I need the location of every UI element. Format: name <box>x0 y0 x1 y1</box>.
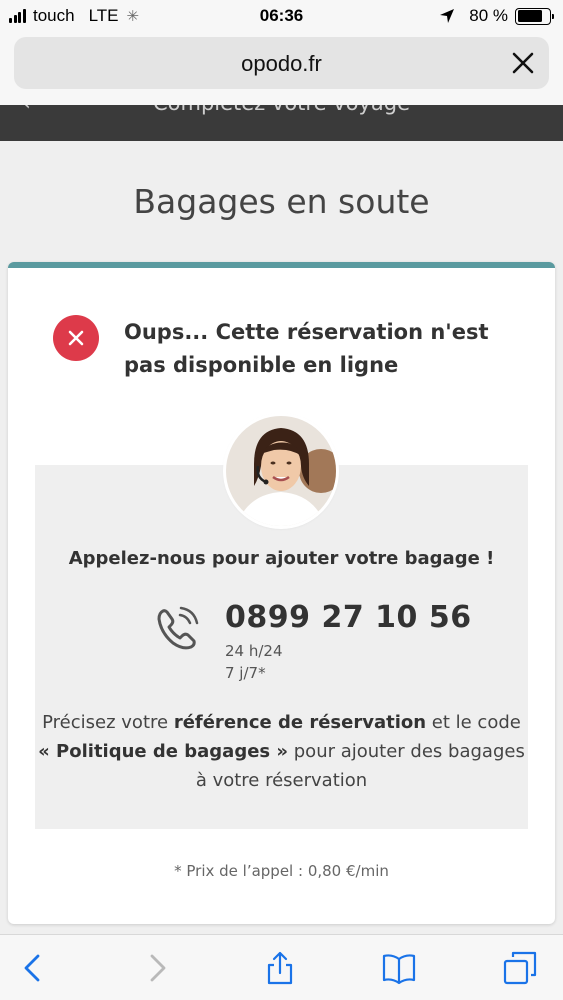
phone-number[interactable]: 0899 27 10 56 <box>225 600 472 635</box>
browser-chrome: opodo.fr <box>0 32 563 105</box>
battery-icon <box>515 7 554 25</box>
share-icon[interactable] <box>263 951 297 985</box>
agent-avatar <box>226 416 336 526</box>
battery-percentage: 80 % <box>469 6 508 25</box>
bookmarks-icon[interactable] <box>382 951 416 985</box>
site-header: ‹ Complétez votre voyage <box>0 105 563 141</box>
call-price-note: * Prix de l’appel : 0,80 €/min <box>174 862 389 880</box>
forward-icon[interactable] <box>140 951 174 985</box>
call-us-text: Appelez-nous pour ajouter votre bagage ! <box>68 548 495 569</box>
status-bar: touch LTE ✳ 06:36 80 % <box>0 0 563 32</box>
close-icon[interactable] <box>509 49 537 77</box>
error-message: Oups... Cette réservation n'est pas disp… <box>124 320 489 377</box>
phone-ringing-icon <box>157 606 199 650</box>
tabs-icon[interactable] <box>503 951 537 985</box>
location-arrow-icon <box>440 9 455 23</box>
header-title: Complétez votre voyage <box>0 105 563 115</box>
booking-reference-label: référence de réservation <box>173 712 427 733</box>
baggage-card: Oups... Cette réservation n'est pas disp… <box>8 262 555 924</box>
baggage-policy-code-label: « Politique de bagages » <box>38 741 289 762</box>
page-title: Bagages en soute <box>133 182 430 221</box>
phone-days: 7 j/7* <box>225 664 266 682</box>
phone-hours: 24 h/24 <box>225 642 283 660</box>
url-text[interactable]: opodo.fr <box>14 51 549 77</box>
browser-toolbar <box>0 934 563 1000</box>
instructions-text: Précisez votre référence de réservation … <box>38 712 525 791</box>
x-circle-icon <box>53 315 99 361</box>
address-bar[interactable]: opodo.fr <box>14 37 549 89</box>
back-icon[interactable] <box>16 951 50 985</box>
